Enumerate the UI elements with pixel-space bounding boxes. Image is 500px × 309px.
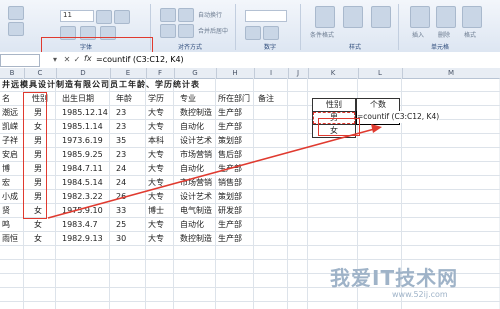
arrow-head bbox=[371, 124, 382, 133]
arrow-line bbox=[47, 127, 379, 219]
watermark-text: 我爱IT技术网 bbox=[330, 266, 459, 290]
watermark-url: www.52ij.com bbox=[392, 290, 448, 299]
